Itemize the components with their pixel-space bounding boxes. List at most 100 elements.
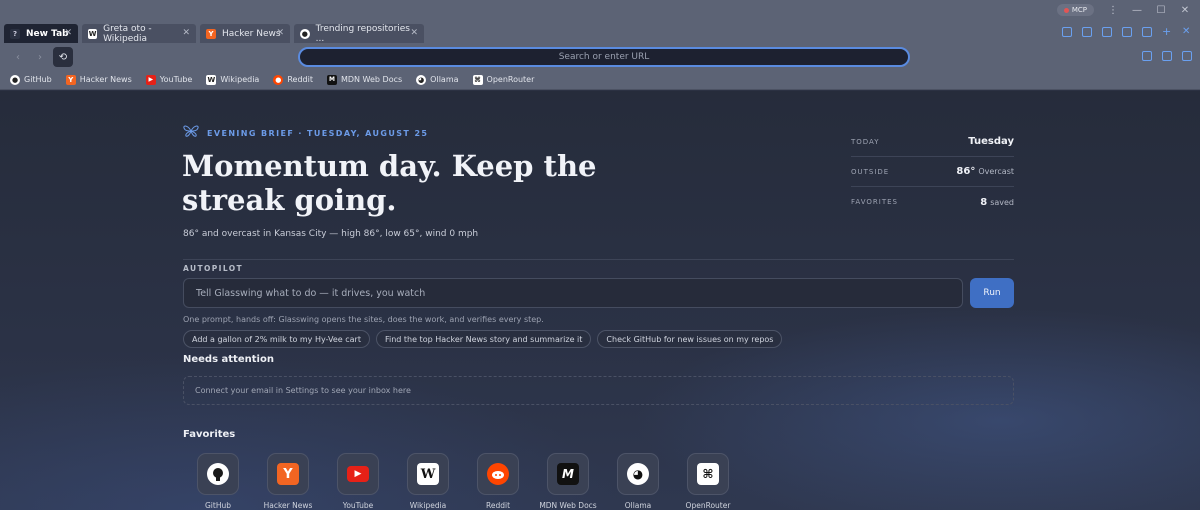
tab-wikipedia[interactable]: W Greta oto - Wikipedia ✕ xyxy=(82,23,196,44)
tab-hacker-news[interactable]: Y Hacker News ✕ xyxy=(200,24,290,43)
mcp-status-badge[interactable]: MCP xyxy=(1056,4,1094,16)
favorite-mdn[interactable]: M MDN Web Docs xyxy=(533,453,603,510)
extension-icon[interactable] xyxy=(1102,27,1112,37)
tab-label: Hacker News xyxy=(222,28,281,39)
favorites-suffix: saved xyxy=(990,197,1014,207)
bookmark-youtube[interactable]: ▶ YouTube xyxy=(145,74,192,85)
favorite-reddit[interactable]: Reddit xyxy=(463,453,533,510)
needs-attention-message: Connect your email in Settings to see yo… xyxy=(195,386,411,395)
tab-label: New Tab xyxy=(26,28,69,39)
suggestion-chip[interactable]: Find the top Hacker News story and summa… xyxy=(375,330,592,348)
tab-github-trending[interactable]: ● Trending repositories ... ✕ xyxy=(294,23,424,44)
favorite-tile[interactable]: ▶ xyxy=(337,453,379,495)
extension-icon[interactable] xyxy=(1082,27,1092,37)
favorite-tile[interactable]: ⌘ xyxy=(687,453,729,495)
favorite-ollama[interactable]: ◕ Ollama xyxy=(603,453,673,510)
plus-icon[interactable]: + xyxy=(1162,26,1172,37)
favorite-wikipedia[interactable]: W Wikipedia xyxy=(393,453,463,510)
favorite-github[interactable]: GitHub xyxy=(183,453,253,510)
ollama-icon: ◕ xyxy=(627,463,649,485)
pen-icon[interactable] xyxy=(1142,51,1152,61)
back-button[interactable]: ‹ xyxy=(8,47,28,67)
close-window-icon[interactable]: ✕ xyxy=(1180,5,1190,16)
hackernews-icon: Y xyxy=(206,28,216,39)
bookmark-label: Wikipedia xyxy=(220,75,260,84)
stats-panel: TODAY Tuesday OUTSIDE 86° Overcast FAVORI… xyxy=(851,127,1014,217)
favorites-title: Favorites xyxy=(183,429,236,440)
bookmark-label: GitHub xyxy=(24,75,52,84)
favorite-youtube[interactable]: ▶ YouTube xyxy=(323,453,393,510)
favorite-tile[interactable]: ◕ xyxy=(617,453,659,495)
extension-icon[interactable] xyxy=(1122,27,1132,37)
bookmark-openrouter[interactable]: ⌘ OpenRouter xyxy=(472,74,534,85)
butterfly-icon xyxy=(183,125,199,137)
new-tab-page: EVENING BRIEF · TUESDAY, AUGUST 25 Momen… xyxy=(0,91,1200,510)
favorite-label: Reddit xyxy=(485,501,511,510)
favorite-tile[interactable]: W xyxy=(407,453,449,495)
favorite-openrouter[interactable]: ⌘ OpenRouter xyxy=(673,453,743,510)
close-icon[interactable]: ✕ xyxy=(182,28,190,38)
bookmark-wikipedia[interactable]: W Wikipedia xyxy=(206,74,260,85)
tab-label: Trending repositories ... xyxy=(315,23,410,44)
favorite-hacker-news[interactable]: Y Hacker News xyxy=(253,453,323,510)
url-input[interactable]: Search or enter URL xyxy=(298,47,910,67)
autopilot-placeholder: Tell Glasswing what to do — it drives, y… xyxy=(196,287,426,299)
close-icon[interactable]: ✕ xyxy=(276,28,284,38)
stat-value: 86° Overcast xyxy=(956,166,1014,177)
bookmark-github[interactable]: ● GitHub xyxy=(10,74,52,85)
suggestion-chip[interactable]: Check GitHub for new issues on my repos xyxy=(597,330,783,348)
forward-button[interactable]: › xyxy=(30,47,50,67)
extension-icon[interactable] xyxy=(1142,27,1152,37)
bookmark-reddit[interactable]: ● Reddit xyxy=(273,74,313,85)
brief-kicker-text: EVENING BRIEF · TUESDAY, AUGUST 25 xyxy=(207,128,429,138)
stat-label: OUTSIDE xyxy=(851,167,890,176)
favorite-label: YouTube xyxy=(342,501,374,510)
favorite-label: Hacker News xyxy=(263,501,313,510)
status-dot-icon xyxy=(1063,7,1069,13)
favorite-tile[interactable] xyxy=(477,453,519,495)
run-button[interactable]: Run xyxy=(970,278,1014,308)
tab-new-tab[interactable]: ? New Tab ✕ xyxy=(4,24,78,43)
bookmark-hacker-news[interactable]: Y Hacker News xyxy=(65,74,132,85)
favorites-count: 8 xyxy=(980,196,988,208)
favorite-tile[interactable]: M xyxy=(547,453,589,495)
youtube-icon: ▶ xyxy=(145,74,156,85)
bookmark-ollama[interactable]: ◕ Ollama xyxy=(416,74,459,85)
extension-toolbar: + ✕ xyxy=(1062,26,1192,37)
brief-kicker: EVENING BRIEF · TUESDAY, AUGUST 25 xyxy=(183,125,428,141)
divider xyxy=(183,259,1014,260)
tab-list: ? New Tab ✕ W Greta oto - Wikipedia ✕ Y … xyxy=(4,23,424,44)
bookmark-label: Reddit xyxy=(287,75,313,84)
favorite-tile[interactable] xyxy=(197,453,239,495)
close-icon[interactable]: ✕ xyxy=(410,28,418,38)
suggestion-chip[interactable]: Add a gallon of 2% milk to my Hy-Vee car… xyxy=(183,330,370,348)
wikipedia-icon: W xyxy=(206,74,217,85)
autopilot-input[interactable]: Tell Glasswing what to do — it drives, y… xyxy=(183,278,963,308)
favorite-label: GitHub xyxy=(205,501,231,510)
needs-attention-box: Connect your email in Settings to see yo… xyxy=(183,376,1014,405)
sidebar-icon[interactable] xyxy=(1162,51,1172,61)
close-icon[interactable]: ✕ xyxy=(1182,27,1192,37)
extension-icon[interactable] xyxy=(1062,27,1072,37)
autopilot-hint: One prompt, hands off: Glasswing opens t… xyxy=(183,315,544,324)
wikipedia-icon: W xyxy=(417,463,439,485)
url-placeholder: Search or enter URL xyxy=(558,52,650,62)
panel-icon[interactable] xyxy=(1182,51,1192,61)
suggestion-chips: Add a gallon of 2% milk to my Hy-Vee car… xyxy=(183,330,783,348)
favorite-label: Ollama xyxy=(624,501,652,510)
kebab-menu-icon[interactable]: ⋮ xyxy=(1108,5,1118,16)
favorite-tile[interactable]: Y xyxy=(267,453,309,495)
bookmark-mdn[interactable]: M MDN Web Docs xyxy=(326,74,402,85)
butterfly-icon xyxy=(183,125,199,141)
tab-label: Greta oto - Wikipedia xyxy=(103,23,152,44)
maximize-icon[interactable]: ☐ xyxy=(1156,5,1166,16)
minimize-icon[interactable]: — xyxy=(1132,5,1142,16)
weather-summary: 86° and overcast in Kansas City — high 8… xyxy=(183,229,479,239)
reddit-icon xyxy=(492,471,504,479)
toolbar-actions xyxy=(1142,51,1192,61)
reload-button[interactable]: ⟲ xyxy=(53,47,73,67)
mdn-icon: M xyxy=(326,74,337,85)
close-icon[interactable]: ✕ xyxy=(64,28,72,38)
stat-value: Tuesday xyxy=(968,136,1014,147)
weather-condition: Overcast xyxy=(978,167,1014,176)
